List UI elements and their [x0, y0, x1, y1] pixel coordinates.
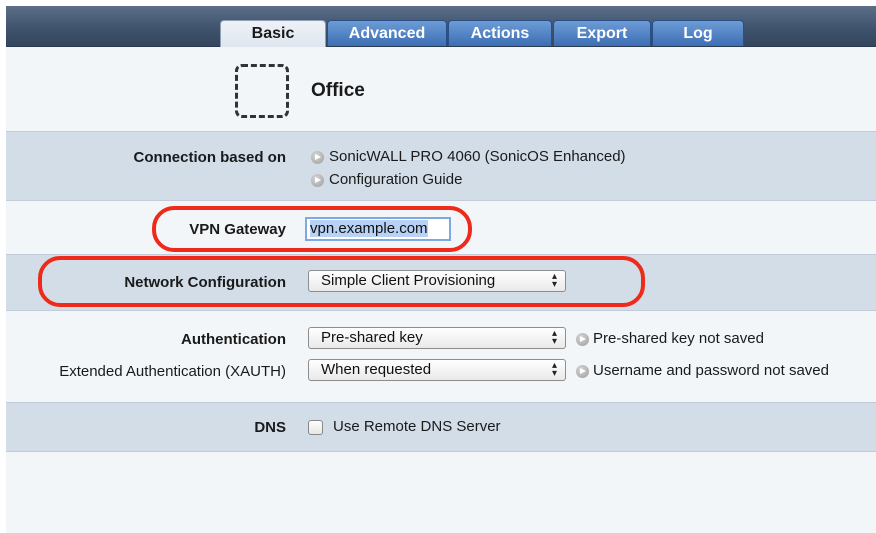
- empty-area: [6, 452, 876, 533]
- xauth-select[interactable]: When requested ▴ ▾: [308, 359, 566, 381]
- select-arrows-icon: ▴ ▾: [551, 360, 557, 379]
- highlight-oval-gateway: [152, 206, 472, 252]
- authentication-value: Pre-shared key: [321, 329, 423, 346]
- tab-advanced[interactable]: Advanced: [327, 20, 447, 46]
- arrow-circle-icon: [576, 365, 589, 378]
- vpn-connection-window: Basic Advanced Actions Export Log Office…: [0, 0, 876, 533]
- use-remote-dns-label[interactable]: Use Remote DNS Server: [333, 418, 501, 435]
- authentication-label: Authentication: [181, 331, 286, 348]
- connection-name[interactable]: Office: [311, 80, 365, 102]
- device-link[interactable]: SonicWALL PRO 4060 (SonicOS Enhanced): [329, 148, 626, 165]
- basic-panel: Office Connection based on SonicWALL PRO…: [6, 47, 876, 533]
- tab-log[interactable]: Log: [652, 20, 744, 46]
- tab-export[interactable]: Export: [553, 20, 651, 46]
- arrow-circle-icon: [576, 333, 589, 346]
- highlight-oval-network: [38, 256, 645, 307]
- configuration-guide-link[interactable]: Configuration Guide: [329, 171, 462, 188]
- authentication-area: [6, 311, 876, 402]
- arrow-circle-icon: [311, 151, 324, 164]
- use-remote-dns-checkbox[interactable]: [308, 420, 323, 435]
- authentication-status[interactable]: Pre-shared key not saved: [593, 330, 764, 347]
- tab-actions[interactable]: Actions: [448, 20, 552, 46]
- arrow-circle-icon: [311, 174, 324, 187]
- tab-bar: Basic Advanced Actions Export Log: [6, 6, 876, 47]
- dashed-placeholder-icon[interactable]: [235, 64, 289, 118]
- xauth-label: Extended Authentication (XAUTH): [59, 363, 286, 380]
- tab-basic[interactable]: Basic: [220, 20, 326, 47]
- dns-label: DNS: [254, 419, 286, 436]
- authentication-select[interactable]: Pre-shared key ▴ ▾: [308, 327, 566, 349]
- select-arrows-icon: ▴ ▾: [551, 328, 557, 347]
- xauth-value: When requested: [321, 361, 432, 378]
- connection-band: [6, 131, 876, 201]
- xauth-status[interactable]: Username and password not saved: [593, 362, 829, 379]
- connection-based-on-label: Connection based on: [133, 149, 286, 166]
- header-area: [6, 47, 876, 131]
